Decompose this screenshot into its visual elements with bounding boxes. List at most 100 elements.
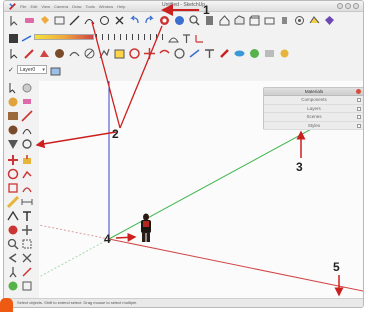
rotate-tool-icon[interactable] bbox=[7, 167, 19, 180]
previous-view-tool-icon[interactable] bbox=[7, 251, 19, 263]
front-view-icon[interactable] bbox=[233, 14, 246, 27]
gem-icon[interactable] bbox=[323, 14, 336, 27]
eraser-icon[interactable] bbox=[23, 14, 36, 27]
tape-icon[interactable] bbox=[173, 47, 186, 60]
section-plane-tool-icon[interactable] bbox=[21, 279, 33, 291]
tray-header[interactable]: Materials bbox=[264, 88, 363, 96]
section-icon[interactable] bbox=[308, 14, 321, 27]
pan-icon[interactable] bbox=[173, 14, 186, 27]
select-icon[interactable] bbox=[8, 14, 21, 27]
close-button[interactable] bbox=[353, 3, 359, 9]
paint-bucket-icon[interactable] bbox=[38, 14, 51, 27]
rectangle-tool-icon[interactable] bbox=[7, 109, 19, 121]
circle-icon[interactable] bbox=[38, 47, 51, 60]
offset-icon[interactable] bbox=[158, 47, 171, 60]
layer-name: Layer0 bbox=[19, 67, 36, 73]
rotate-icon[interactable] bbox=[128, 47, 141, 60]
look-around-tool-icon[interactable] bbox=[7, 279, 19, 291]
callout-number-3: 3 bbox=[296, 160, 303, 174]
eye-icon[interactable] bbox=[233, 47, 246, 60]
component-tool-icon[interactable] bbox=[21, 81, 33, 93]
protractor-tool-icon[interactable] bbox=[7, 209, 19, 221]
brand-corner-mark bbox=[0, 298, 13, 312]
app-window: File Edit View Camera Draw Tools Window … bbox=[3, 0, 364, 308]
arc-icon[interactable] bbox=[83, 14, 96, 27]
rectangle-icon[interactable] bbox=[53, 14, 66, 27]
house-icon[interactable] bbox=[218, 14, 231, 27]
offset-tool-icon[interactable] bbox=[21, 181, 33, 193]
walk-icon[interactable] bbox=[278, 14, 291, 27]
paint-tool-icon[interactable] bbox=[218, 47, 231, 60]
dimension-tool-icon[interactable] bbox=[21, 195, 33, 207]
shape-icon[interactable] bbox=[98, 14, 111, 27]
text-icon[interactable] bbox=[181, 31, 192, 43]
undo-icon[interactable] bbox=[128, 14, 141, 27]
window-controls bbox=[337, 3, 359, 9]
polygon-icon[interactable] bbox=[53, 47, 66, 60]
layer-manager-icon[interactable] bbox=[50, 64, 61, 76]
pan-tool-icon[interactable] bbox=[21, 223, 33, 235]
scale-icon[interactable] bbox=[143, 47, 156, 60]
orbit-tool-icon[interactable] bbox=[7, 223, 19, 235]
line-icon[interactable] bbox=[68, 14, 81, 27]
circle-tool-icon[interactable] bbox=[7, 123, 19, 135]
dimension-icon[interactable] bbox=[21, 31, 32, 42]
tray-item-layers[interactable]: Layers bbox=[264, 105, 363, 113]
position-camera-tool-icon[interactable] bbox=[7, 265, 19, 278]
color-swatch-icon[interactable] bbox=[8, 31, 19, 43]
zoom-extents-icon[interactable] bbox=[248, 47, 261, 60]
layer-check-icon: ✓ bbox=[8, 66, 14, 74]
scale-tool-icon[interactable] bbox=[7, 181, 19, 193]
expand-icon[interactable] bbox=[357, 123, 361, 128]
orbit-icon[interactable] bbox=[158, 14, 171, 27]
polygon-tool-icon[interactable] bbox=[7, 137, 19, 149]
tray-item-components[interactable]: Components bbox=[264, 96, 363, 105]
axes-icon[interactable] bbox=[194, 31, 205, 43]
previous-icon[interactable] bbox=[263, 47, 276, 60]
eraser-tool-icon[interactable] bbox=[21, 95, 33, 107]
expand-icon[interactable] bbox=[357, 98, 361, 102]
maximize-button[interactable] bbox=[345, 3, 351, 9]
protractor-icon[interactable] bbox=[168, 31, 179, 43]
tape-measure-tool-icon[interactable] bbox=[6, 195, 20, 209]
follow-me-tool-icon[interactable] bbox=[21, 167, 33, 179]
move-tool-icon[interactable] bbox=[7, 153, 19, 165]
arc-tool-icon[interactable] bbox=[21, 123, 33, 135]
tray-item-styles[interactable]: Styles bbox=[264, 122, 363, 130]
arrow-icon[interactable] bbox=[8, 47, 21, 60]
freehand-icon[interactable] bbox=[68, 47, 81, 60]
move-icon[interactable] bbox=[113, 47, 126, 60]
box-icon[interactable] bbox=[248, 14, 261, 27]
cross-icon[interactable] bbox=[113, 14, 126, 27]
callout-number-4: 4 bbox=[104, 232, 111, 246]
expand-icon[interactable] bbox=[357, 115, 361, 119]
expand-icon[interactable] bbox=[357, 106, 361, 111]
tray-close-icon[interactable] bbox=[356, 89, 361, 94]
line-tool-icon[interactable] bbox=[21, 109, 33, 122]
layer-select[interactable]: Layer0 ▾ bbox=[16, 65, 47, 74]
text-tool-icon[interactable] bbox=[203, 47, 216, 60]
status-text: Select objects. Shift to extend select. … bbox=[17, 300, 138, 305]
zoom-window-tool-icon[interactable] bbox=[21, 237, 33, 249]
pencil-icon[interactable] bbox=[23, 47, 36, 60]
redo-icon[interactable] bbox=[143, 14, 156, 27]
protractor-tool-icon[interactable] bbox=[188, 47, 201, 60]
select-tool-icon[interactable] bbox=[7, 81, 19, 94]
zoom-extents-tool-icon[interactable] bbox=[21, 251, 33, 263]
look-around-icon[interactable] bbox=[293, 14, 306, 27]
minimize-button[interactable] bbox=[337, 3, 343, 9]
text-label-tool-icon[interactable] bbox=[21, 209, 33, 221]
follow-me-icon[interactable] bbox=[98, 47, 111, 60]
callout-number-5: 5 bbox=[333, 260, 340, 274]
freehand-tool-icon[interactable] bbox=[21, 137, 33, 149]
push-pull-icon[interactable] bbox=[83, 47, 96, 60]
tray-item-scenes[interactable]: Scenes bbox=[264, 113, 363, 122]
paint-tool-icon[interactable] bbox=[7, 95, 19, 107]
zoom-icon[interactable] bbox=[188, 14, 201, 27]
push-pull-tool-icon[interactable] bbox=[21, 153, 33, 165]
walk-tool-icon[interactable] bbox=[21, 265, 33, 277]
next-icon[interactable] bbox=[278, 47, 291, 60]
camera-icon[interactable] bbox=[263, 14, 276, 27]
person-figure[interactable] bbox=[141, 213, 151, 243]
zoom-tool-icon[interactable] bbox=[7, 237, 19, 250]
